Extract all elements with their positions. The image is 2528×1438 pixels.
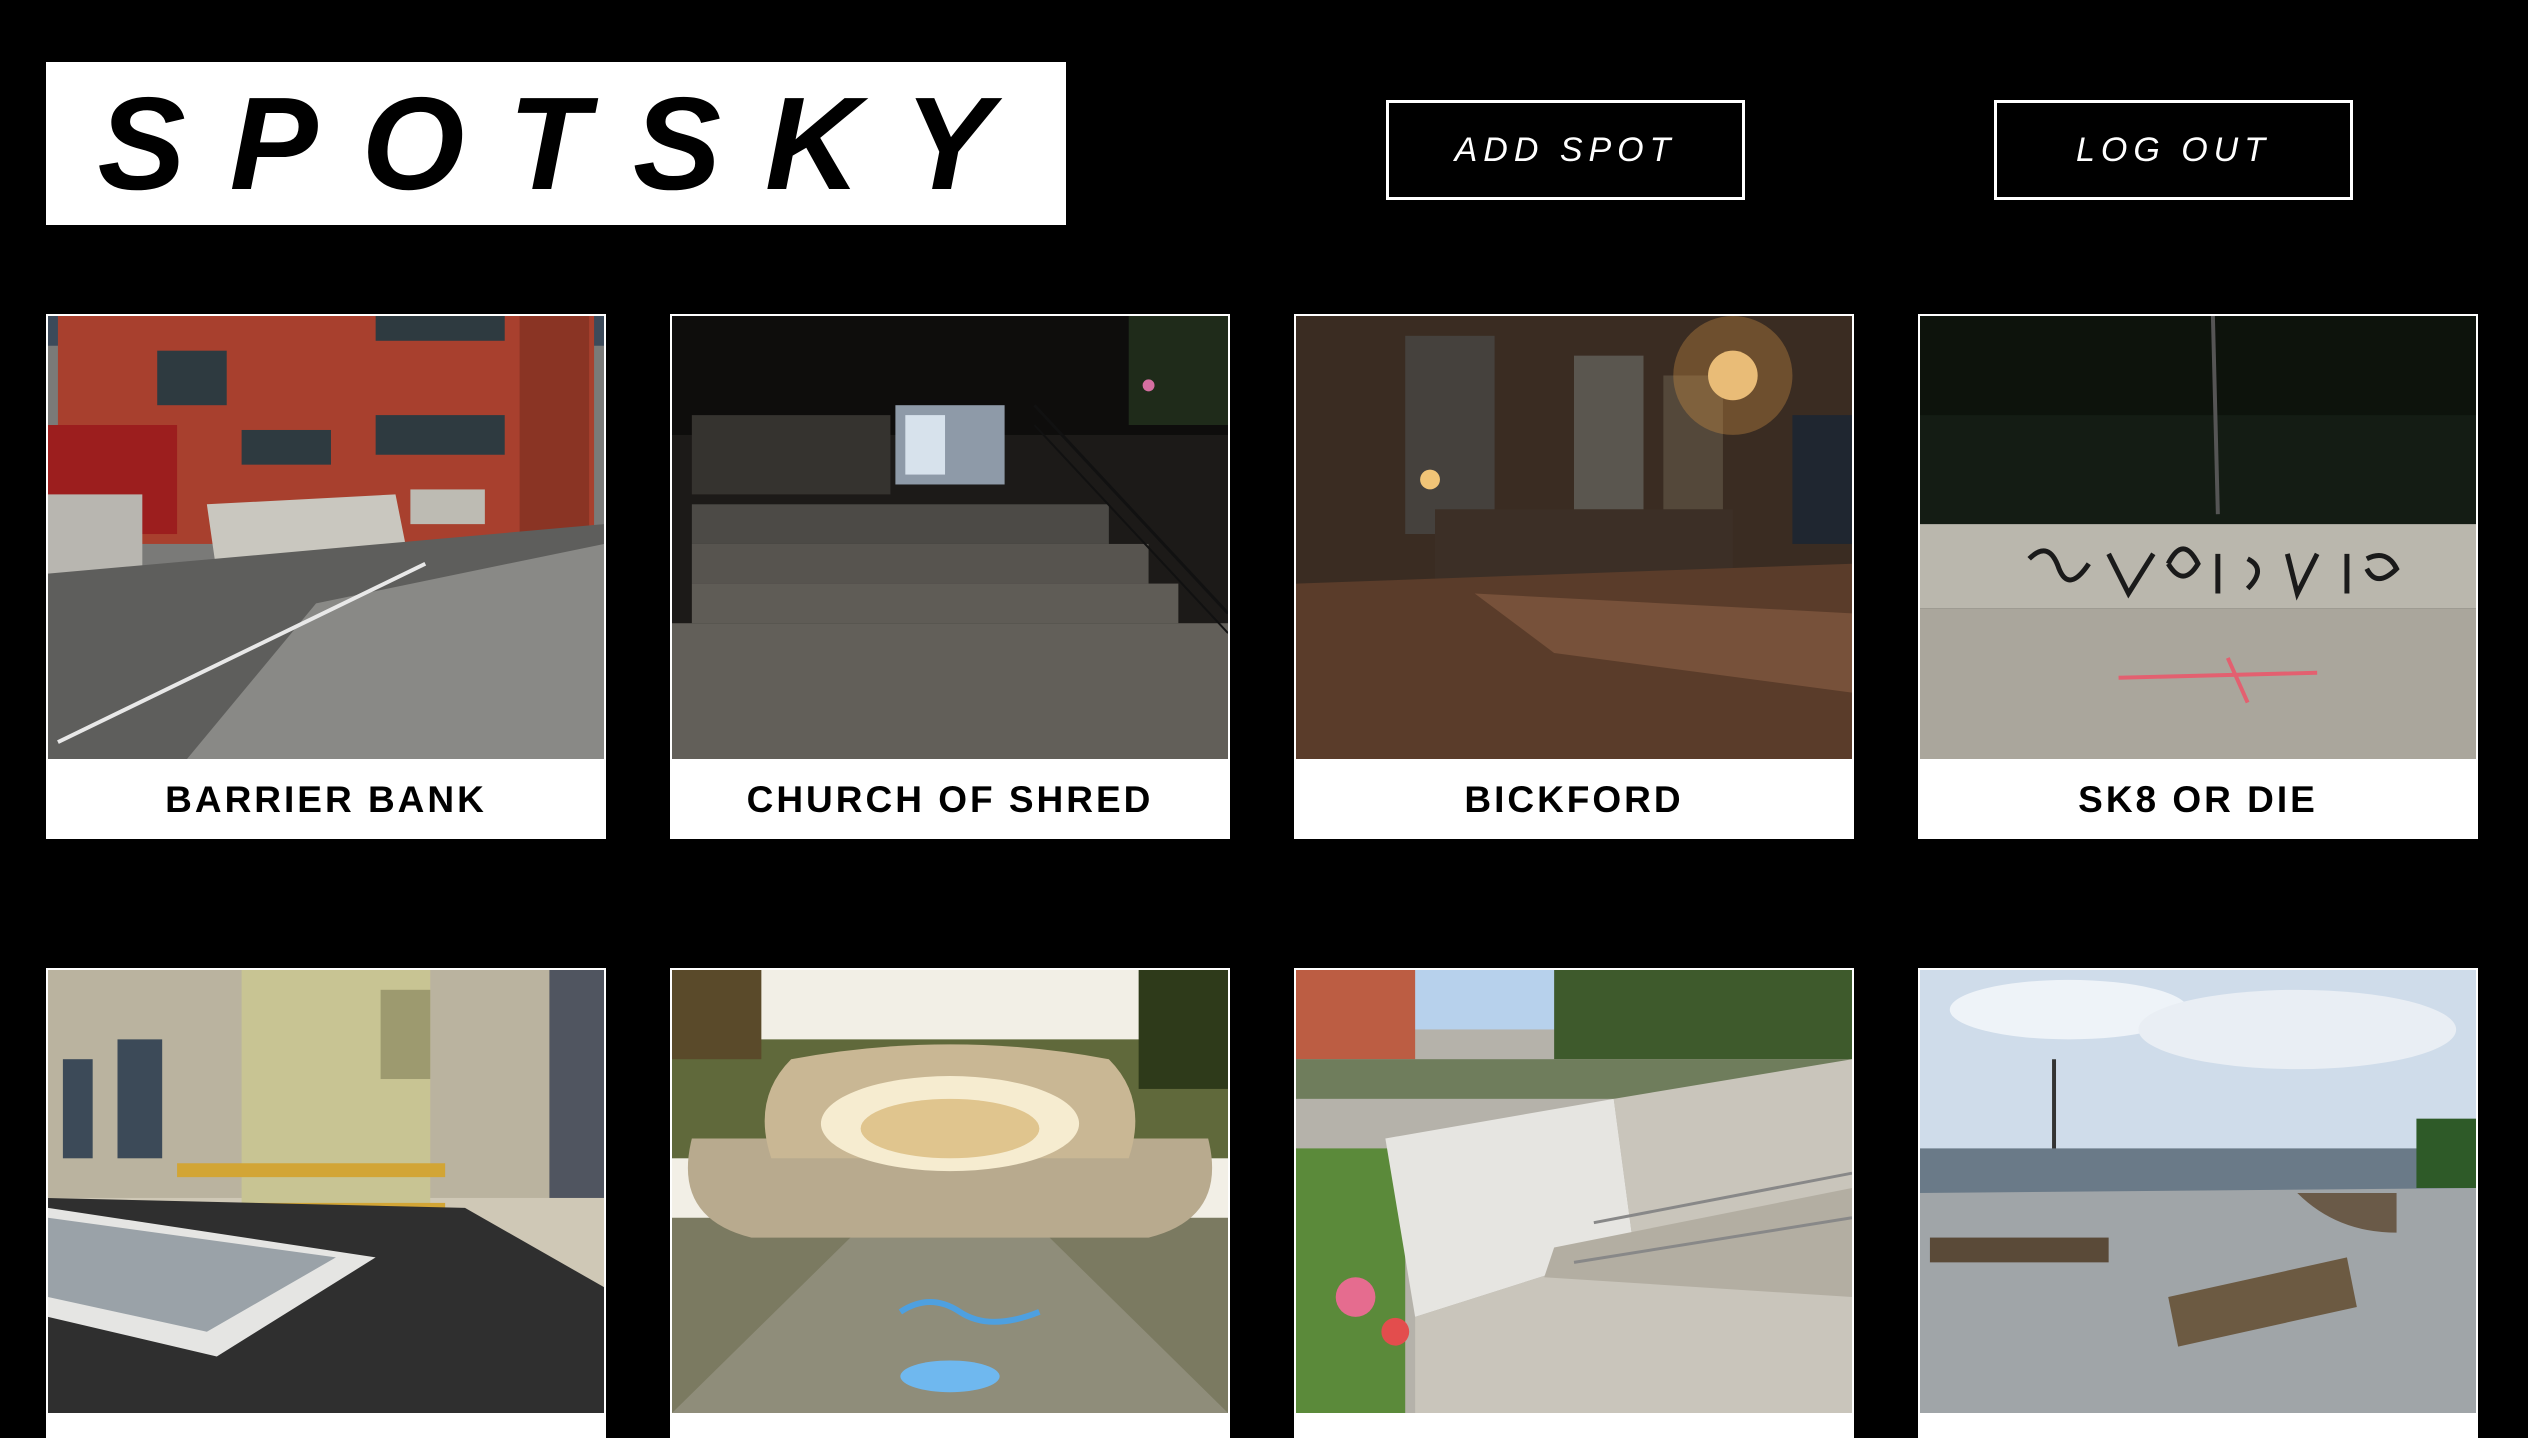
spot-card-sk8-or-die[interactable]: SK8 OR DIE [1918, 314, 2478, 839]
spot-photo[interactable] [1918, 968, 2478, 1415]
spot-photo[interactable] [46, 314, 606, 761]
spot-card-bickford[interactable]: BICKFORD [1294, 314, 1854, 839]
spot-name [46, 1415, 606, 1438]
spot-name [670, 1415, 1230, 1438]
add-spot-button[interactable]: ADD SPOT [1386, 100, 1745, 200]
spot-name: BICKFORD [1294, 761, 1854, 839]
log-out-button[interactable]: LOG OUT [1994, 100, 2353, 200]
spot-photo[interactable] [1294, 314, 1854, 761]
spot-card-7[interactable] [1294, 968, 1854, 1438]
spot-card-church-of-shred[interactable]: CHURCH OF SHRED [670, 314, 1230, 839]
spot-name: CHURCH OF SHRED [670, 761, 1230, 839]
spot-card-5[interactable] [46, 968, 606, 1438]
spot-card-barrier-bank[interactable]: BARRIER BANK [46, 314, 606, 839]
spot-card-6[interactable] [670, 968, 1230, 1438]
spot-photo[interactable] [1294, 968, 1854, 1415]
spot-photo[interactable] [1918, 314, 2478, 761]
spot-photo[interactable] [670, 314, 1230, 761]
spot-name [1294, 1415, 1854, 1438]
spotsky-logo[interactable]: SPOTSKY [46, 62, 1066, 225]
spot-photo[interactable] [670, 968, 1230, 1415]
page: SPOTSKY ADD SPOT LOG OUT BARRIER BANK CH… [0, 0, 2528, 1438]
spot-name: BARRIER BANK [46, 761, 606, 839]
spot-name [1918, 1415, 2478, 1438]
spot-name: SK8 OR DIE [1918, 761, 2478, 839]
spot-photo[interactable] [46, 968, 606, 1415]
spot-card-8[interactable] [1918, 968, 2478, 1438]
logo-text: SPOTSKY [97, 69, 1037, 217]
